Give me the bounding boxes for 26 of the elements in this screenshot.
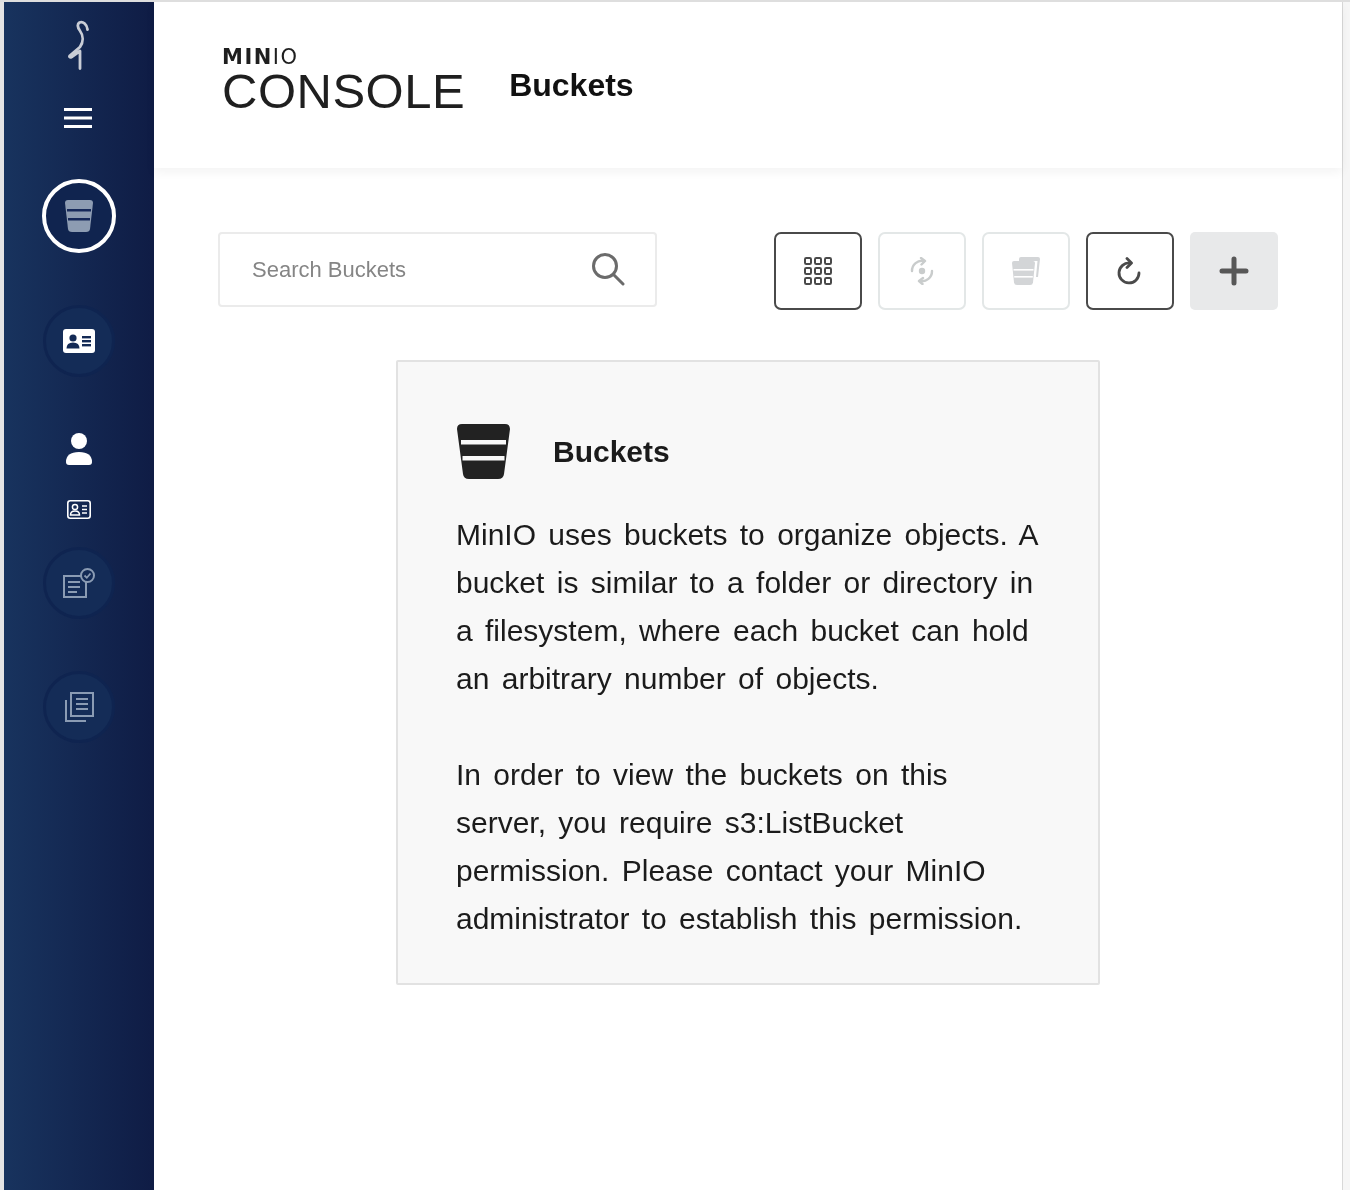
menu-icon[interactable] (64, 108, 92, 128)
logo-product-name: CONSOLE (222, 68, 466, 113)
grid-view-button[interactable] (774, 232, 862, 310)
document-check-icon (63, 568, 95, 598)
card-paragraph: MinIO uses buckets to organize objects. A bucket is similar to a folder or directory in a filesystem, where each bucket can hold an arbitrary number of objects. (456, 517, 1039, 697)
documents-icon (63, 691, 95, 723)
logo-wordmark: MINIO (222, 47, 299, 67)
refresh-button[interactable] (1086, 232, 1174, 310)
person-icon (66, 433, 92, 465)
circular-arrows-icon (909, 257, 935, 285)
refresh-icon (1117, 257, 1143, 285)
search-icon[interactable] (591, 252, 625, 286)
stacked-buckets-icon (1012, 257, 1040, 285)
plus-icon (1219, 256, 1249, 286)
bucket-icon (64, 200, 94, 232)
nav-button[interactable] (66, 433, 92, 465)
bucket-icon (456, 424, 511, 479)
card-paragraph: In order to view the buckets on this server, you require s3:ListBucket permission. Please contact your MinIO administrator to establish this permission. (456, 757, 1024, 937)
page-title: Buckets (509, 66, 634, 105)
bird-logo-icon (66, 20, 90, 70)
card-title: Buckets (553, 433, 670, 470)
grid-icon (804, 257, 832, 285)
search-field[interactable]: Search Buckets (218, 232, 657, 307)
id-card-icon (67, 500, 91, 519)
create-bucket-button[interactable] (1190, 232, 1278, 310)
id-card-icon (63, 329, 95, 353)
